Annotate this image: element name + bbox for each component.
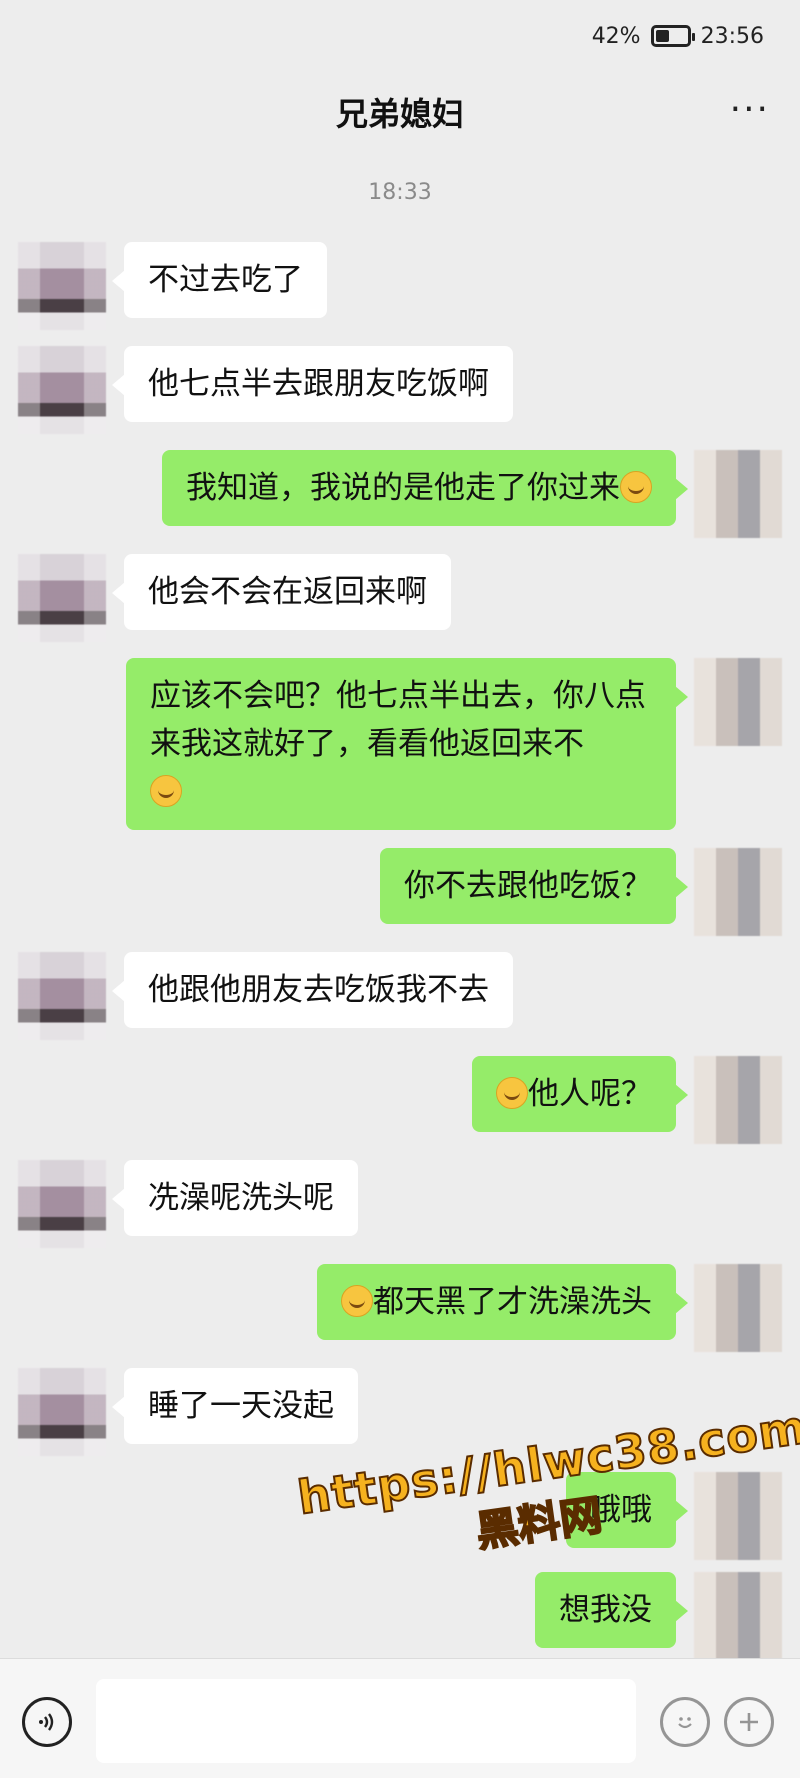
emoji-picker-button[interactable]: [660, 1697, 710, 1747]
own-avatar[interactable]: [694, 658, 782, 746]
own-avatar[interactable]: [694, 1572, 782, 1660]
message-bubble[interactable]: 他跟他朋友去吃饭我不去: [112, 952, 513, 1028]
voice-icon: [39, 1713, 54, 1731]
message-bubble[interactable]: 他七点半去跟朋友吃饭啊: [112, 346, 513, 422]
message-bubble[interactable]: 睡了一天没起: [112, 1368, 358, 1444]
message-bubble[interactable]: 我知道，我说的是他走了你过来: [162, 450, 688, 526]
message-bubble[interactable]: 不过去吃了: [112, 242, 327, 318]
contact-avatar[interactable]: [18, 952, 106, 1040]
chat-header: 兄弟媳妇 ···: [0, 72, 800, 152]
own-avatar[interactable]: [694, 1472, 782, 1560]
input-bar: [0, 1658, 800, 1778]
message-text: 他人呢？: [528, 1076, 652, 1112]
message-bubble[interactable]: 他会不会在返回来啊: [112, 554, 451, 630]
clock: 23:56: [700, 23, 764, 49]
flushed-face-icon: [150, 775, 182, 807]
message-bubble[interactable]: 你不去跟他吃饭？: [380, 848, 688, 924]
contact-avatar[interactable]: [18, 346, 106, 434]
contact-avatar[interactable]: [18, 1160, 106, 1248]
message-text: 应该不会吧？他七点半出去，你八点来我这就好了，看看他返回来不: [150, 678, 646, 762]
smiley-icon: [678, 1717, 692, 1729]
own-avatar[interactable]: [694, 1056, 782, 1144]
chat-title: 兄弟媳妇: [335, 95, 464, 133]
grimacing-face-icon: [496, 1077, 528, 1109]
more-functions-button[interactable]: [724, 1697, 774, 1747]
voice-input-button[interactable]: [22, 1697, 72, 1747]
contact-avatar[interactable]: [18, 1368, 106, 1456]
own-avatar[interactable]: [694, 848, 782, 936]
rolling-laughing-face-icon: [341, 1285, 373, 1317]
message-input[interactable]: [96, 1679, 636, 1763]
message-bubble[interactable]: 应该不会吧？他七点半出去，你八点来我这就好了，看看他返回来不: [126, 658, 688, 830]
message-bubble[interactable]: 哦哦: [566, 1472, 688, 1548]
grinning-face-icon: [620, 471, 652, 503]
message-bubble[interactable]: 都天黑了才洗澡洗头: [317, 1264, 688, 1340]
status-bar: 42% 23:56: [0, 0, 800, 72]
more-options-button[interactable]: ···: [730, 90, 770, 130]
message-text: 都天黑了才洗澡洗头: [373, 1284, 652, 1320]
contact-avatar[interactable]: [18, 242, 106, 330]
battery-icon: [650, 25, 695, 47]
own-avatar[interactable]: [694, 1264, 782, 1352]
plus-icon: [740, 1713, 758, 1731]
message-bubble[interactable]: 想我没: [535, 1572, 688, 1648]
message-text: 我知道，我说的是他走了你过来: [186, 470, 620, 506]
battery-percentage: 42%: [591, 23, 641, 49]
own-avatar[interactable]: [694, 450, 782, 538]
contact-avatar[interactable]: [18, 554, 106, 642]
message-timestamp: 18:33: [368, 180, 432, 205]
message-bubble[interactable]: 他人呢？: [472, 1056, 688, 1132]
message-bubble[interactable]: 冼澡呢洗头呢: [112, 1160, 358, 1236]
